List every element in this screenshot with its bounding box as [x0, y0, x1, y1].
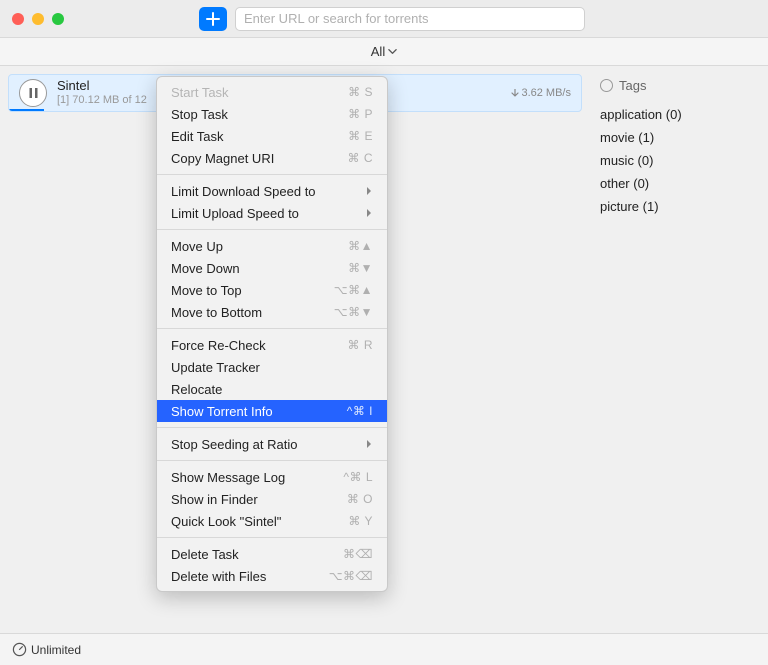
close-window-button[interactable] — [12, 13, 24, 25]
radio-icon — [600, 79, 613, 92]
menu-separator — [157, 174, 387, 175]
menu-separator — [157, 537, 387, 538]
menu-update-tracker[interactable]: Update Tracker — [157, 356, 387, 378]
filter-dropdown[interactable]: All — [0, 38, 768, 66]
torrent-speed-value: 3.62 MB/s — [521, 87, 571, 99]
download-arrow-icon — [511, 89, 519, 97]
tag-item-picture[interactable]: picture (1) — [600, 195, 758, 218]
torrent-progress-text: 70.12 MB of 12 — [72, 94, 147, 106]
tag-item-application[interactable]: application (0) — [600, 103, 758, 126]
filter-label: All — [371, 44, 385, 59]
pause-icon — [29, 88, 38, 98]
torrent-speed: 3.62 MB/s — [511, 87, 571, 99]
minimize-window-button[interactable] — [32, 13, 44, 25]
menu-move-to-top[interactable]: Move to Top ⌥⌘▲ — [157, 279, 387, 301]
window-controls — [12, 13, 64, 25]
menu-separator — [157, 328, 387, 329]
menu-force-recheck[interactable]: Force Re-Check ⌘ R — [157, 334, 387, 356]
tag-item-other[interactable]: other (0) — [600, 172, 758, 195]
menu-quick-look[interactable]: Quick Look "Sintel" ⌘ Y — [157, 510, 387, 532]
tag-item-music[interactable]: music (0) — [600, 149, 758, 172]
menu-limit-download[interactable]: Limit Download Speed to — [157, 180, 387, 202]
chevron-right-icon — [366, 186, 373, 196]
tag-item-movie[interactable]: movie (1) — [600, 126, 758, 149]
menu-separator — [157, 229, 387, 230]
menu-delete-task[interactable]: Delete Task ⌘⌫ — [157, 543, 387, 565]
tags-label: Tags — [619, 78, 646, 93]
menu-start-task: Start Task ⌘ S — [157, 81, 387, 103]
search-input[interactable] — [235, 7, 585, 31]
pause-button[interactable] — [19, 79, 47, 107]
menu-stop-seeding-ratio[interactable]: Stop Seeding at Ratio — [157, 433, 387, 455]
menu-show-in-finder[interactable]: Show in Finder ⌘ O — [157, 488, 387, 510]
tags-header[interactable]: Tags — [600, 78, 758, 93]
menu-separator — [157, 460, 387, 461]
maximize-window-button[interactable] — [52, 13, 64, 25]
chevron-right-icon — [366, 439, 373, 449]
chevron-right-icon — [366, 208, 373, 218]
speedometer-icon — [12, 642, 27, 657]
menu-move-to-bottom[interactable]: Move to Bottom ⌥⌘▼ — [157, 301, 387, 323]
menu-copy-magnet[interactable]: Copy Magnet URI ⌘ C — [157, 147, 387, 169]
statusbar: Unlimited — [0, 633, 768, 665]
menu-show-torrent-info[interactable]: Show Torrent Info ^⌘ I — [157, 400, 387, 422]
sidebar: Tags application (0) movie (1) music (0)… — [590, 66, 768, 631]
context-menu: Start Task ⌘ S Stop Task ⌘ P Edit Task ⌘… — [156, 76, 388, 592]
plus-icon — [206, 12, 220, 26]
menu-show-message-log[interactable]: Show Message Log ^⌘ L — [157, 466, 387, 488]
titlebar — [0, 0, 768, 38]
torrent-priority: [1] — [57, 94, 69, 106]
menu-edit-task[interactable]: Edit Task ⌘ E — [157, 125, 387, 147]
menu-move-down[interactable]: Move Down ⌘▼ — [157, 257, 387, 279]
menu-relocate[interactable]: Relocate — [157, 378, 387, 400]
menu-separator — [157, 427, 387, 428]
speed-limit-label: Unlimited — [31, 643, 81, 657]
chevron-down-icon — [388, 47, 397, 56]
menu-move-up[interactable]: Move Up ⌘▲ — [157, 235, 387, 257]
menu-limit-upload[interactable]: Limit Upload Speed to — [157, 202, 387, 224]
menu-delete-with-files[interactable]: Delete with Files ⌥⌘⌫ — [157, 565, 387, 587]
menu-stop-task[interactable]: Stop Task ⌘ P — [157, 103, 387, 125]
add-button[interactable] — [199, 7, 227, 31]
